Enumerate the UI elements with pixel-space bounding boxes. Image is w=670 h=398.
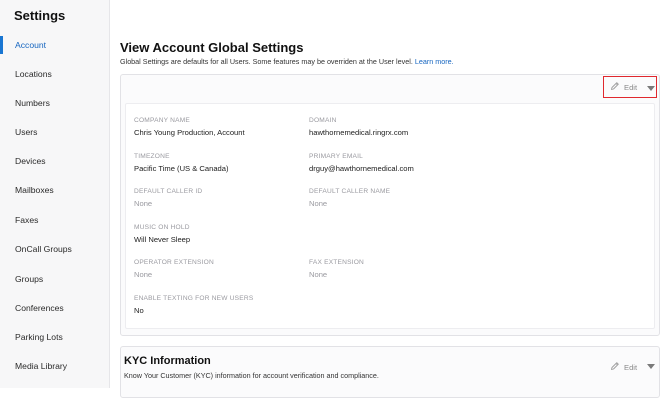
- music-on-hold-value: Will Never Sleep: [134, 235, 191, 244]
- music-on-hold-label: MUSIC ON HOLD: [134, 224, 190, 231]
- sidebar-item-label: Numbers: [15, 98, 50, 108]
- sidebar-item-label: Faxes: [15, 215, 39, 225]
- page-title: View Account Global Settings: [120, 40, 304, 55]
- sidebar-title: Settings: [14, 8, 66, 23]
- pencil-icon: [611, 362, 619, 370]
- sidebar-item-label: Devices: [15, 156, 46, 166]
- sidebar-item-label: Users: [15, 127, 38, 137]
- default-caller-name-value: None: [309, 199, 328, 208]
- kyc-edit-button-label: Edit: [624, 363, 638, 372]
- sidebar-item-conferences[interactable]: Conferences: [0, 295, 109, 321]
- domain-value: hawthornemedical.ringrx.com: [309, 128, 409, 137]
- default-caller-id-value: None: [134, 199, 153, 208]
- sidebar-item-label: Locations: [15, 69, 52, 79]
- learn-more-link[interactable]: Learn more.: [415, 57, 454, 66]
- sidebar-item-devices[interactable]: Devices: [0, 148, 109, 174]
- sidebar-item-label: Mailboxes: [15, 185, 54, 195]
- kyc-subtitle: Know Your Customer (KYC) information for…: [124, 371, 379, 380]
- timezone-label: TIMEZONE: [134, 153, 170, 160]
- fax-extension-label: FAX EXTENSION: [309, 259, 364, 266]
- sidebar-item-mailboxes[interactable]: Mailboxes: [0, 177, 109, 203]
- company-name-label: COMPANY NAME: [134, 117, 191, 124]
- sidebar-item-label: OnCall Groups: [15, 244, 72, 254]
- sidebar-item-numbers[interactable]: Numbers: [0, 90, 109, 116]
- main-content: View Account Global Settings Global Sett…: [110, 0, 670, 398]
- domain-label: DOMAIN: [309, 117, 337, 124]
- sidebar-item-media-library[interactable]: Media Library: [0, 353, 109, 379]
- sidebar-item-label: Account: [15, 40, 47, 50]
- sidebar-item-account[interactable]: Account: [0, 32, 109, 58]
- sidebar-item-label: Groups: [15, 274, 44, 284]
- sidebar-item-label: Parking Lots: [15, 332, 63, 342]
- sidebar-item-oncall-groups[interactable]: OnCall Groups: [0, 236, 109, 262]
- sidebar-item-groups[interactable]: Groups: [0, 266, 109, 292]
- kyc-edit-button[interactable]: Edit: [610, 360, 644, 374]
- timezone-value: Pacific Time (US & Canada): [134, 164, 229, 173]
- sidebar: Settings Account Locations Numbers Users…: [0, 0, 110, 388]
- enable-texting-label: ENABLE TEXTING FOR NEW USERS: [134, 295, 254, 302]
- primary-email-value: drguy@hawthornemedical.com: [309, 164, 414, 173]
- sidebar-item-label: Media Library: [15, 361, 68, 371]
- sidebar-item-label: Conferences: [15, 303, 64, 313]
- sidebar-item-faxes[interactable]: Faxes: [0, 207, 109, 233]
- edit-button[interactable]: Edit: [610, 80, 644, 94]
- page-subtitle-text: Global Settings are defaults for all Use…: [120, 57, 413, 66]
- fax-extension-value: None: [309, 270, 328, 279]
- default-caller-name-label: DEFAULT CALLER NAME: [309, 188, 391, 195]
- page-subtitle: Global Settings are defaults for all Use…: [120, 57, 454, 66]
- edit-button-label: Edit: [624, 83, 638, 92]
- default-caller-id-label: DEFAULT CALLER ID: [134, 188, 203, 195]
- company-name-value: Chris Young Production, Account: [134, 128, 245, 137]
- operator-extension-label: OPERATOR EXTENSION: [134, 259, 214, 266]
- chevron-down-icon[interactable]: [647, 364, 655, 369]
- primary-email-label: PRIMARY EMAIL: [309, 153, 364, 160]
- chevron-down-icon[interactable]: [647, 86, 655, 91]
- sidebar-item-users[interactable]: Users: [0, 119, 109, 145]
- sidebar-item-parking-lots[interactable]: Parking Lots: [0, 324, 109, 350]
- operator-extension-value: None: [134, 270, 153, 279]
- pencil-icon: [611, 82, 619, 90]
- enable-texting-value: No: [134, 306, 144, 315]
- sidebar-item-locations[interactable]: Locations: [0, 61, 109, 87]
- kyc-title: KYC Information: [124, 355, 211, 367]
